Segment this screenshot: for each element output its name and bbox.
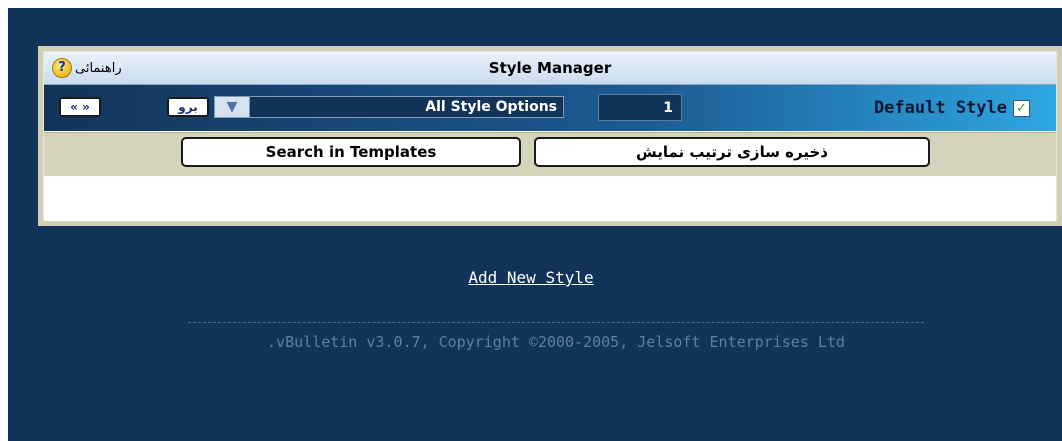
style-row: « » برو ▼ All Style Options Default Styl… [44,85,1056,131]
copyright-footer: .vBulletin v3.0.7, Copyright ©2000-2005,… [188,322,924,351]
default-style-checkbox[interactable]: ✓ [1013,99,1030,117]
style-manager-table: ? راهنمائی Style Manager « » برو ▼ All S… [43,51,1057,221]
style-manager-panel: ? راهنمائی Style Manager « » برو ▼ All S… [38,46,1062,226]
display-order-input[interactable] [598,94,682,121]
checkmark-icon: ✓ [1016,100,1027,116]
add-new-style-link[interactable]: Add New Style [0,268,1062,287]
panel-header: ? راهنمائی Style Manager [44,52,1056,85]
search-in-templates-button[interactable]: Search in Templates [181,137,521,167]
go-button[interactable]: برو [167,97,209,117]
default-style-label: Default Style [873,98,1007,118]
expand-collapse-button[interactable]: « » [59,97,101,117]
page-title: Style Manager [488,59,612,77]
default-style-option[interactable]: Default Style ✓ [874,97,1030,119]
actions-band: Search in Templates ذخیره سازی ترتیب نما… [44,132,1056,176]
save-display-order-button[interactable]: ذخیره سازی ترتیب نمایش [534,137,930,167]
actions-row: Search in Templates ذخیره سازی ترتیب نما… [44,132,1056,221]
style-options-value[interactable]: All Style Options [250,96,564,118]
style-options-select[interactable]: ▼ All Style Options [214,96,564,118]
chevron-down-icon[interactable]: ▼ [214,96,250,118]
